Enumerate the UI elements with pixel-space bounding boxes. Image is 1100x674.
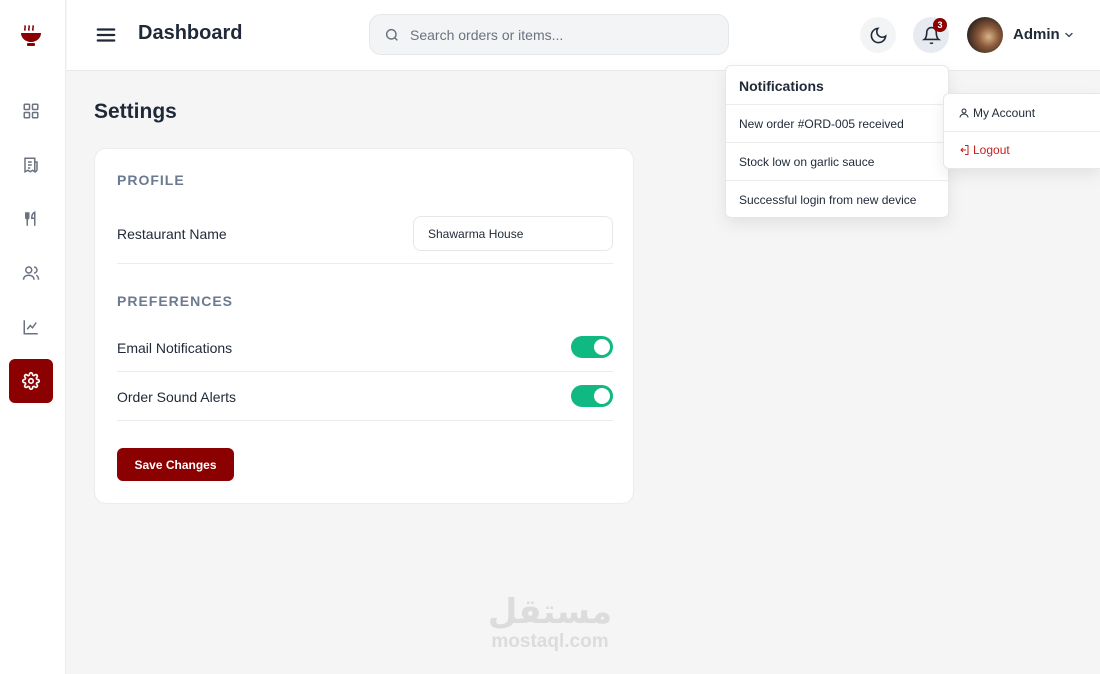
my-account-item[interactable]: My Account: [944, 94, 1100, 131]
top-header: Dashboard 3 Admin: [67, 0, 1100, 71]
notifications-button[interactable]: 3: [913, 17, 949, 53]
sidebar-item-menu[interactable]: [9, 197, 53, 241]
notification-item[interactable]: Stock low on garlic sauce: [726, 142, 948, 180]
page-title: Dashboard: [138, 22, 243, 44]
chevron-down-icon[interactable]: [1063, 28, 1075, 40]
receipt-icon: [24, 157, 38, 174]
theme-toggle-button[interactable]: [860, 17, 896, 53]
hamburger-menu-icon[interactable]: [95, 24, 117, 46]
logout-label: Logout: [973, 143, 1010, 157]
email-notifications-label: Email Notifications: [117, 340, 233, 356]
order-sound-alerts-toggle[interactable]: [571, 385, 613, 407]
notification-item[interactable]: Successful login from new device: [726, 180, 948, 218]
settings-card: PROFILE Restaurant Name PREFERENCES Emai…: [94, 148, 634, 504]
restaurant-name-label: Restaurant Name: [117, 226, 227, 242]
sidebar-item-dashboard[interactable]: [9, 89, 53, 133]
notification-count-badge: 3: [933, 18, 947, 32]
sidebar-item-analytics[interactable]: [9, 305, 53, 349]
user-name[interactable]: Admin: [1013, 26, 1060, 43]
search-bar[interactable]: [369, 14, 729, 55]
moon-icon: [870, 26, 887, 43]
preferences-section-title: PREFERENCES: [117, 293, 234, 309]
sidebar-item-settings[interactable]: [9, 359, 53, 403]
account-dropdown: My Account Logout: [943, 93, 1100, 169]
watermark: مستقل mostaql.com: [470, 592, 630, 652]
restaurant-name-field[interactable]: [413, 216, 613, 251]
email-notifications-toggle[interactable]: [571, 336, 613, 358]
sidebar: [0, 0, 66, 674]
divider: [117, 263, 613, 264]
search-input[interactable]: [410, 26, 710, 43]
notifications-dropdown: Notifications New order #ORD-005 receive…: [725, 65, 949, 218]
utensils-icon: [25, 211, 36, 226]
divider: [117, 420, 613, 421]
order-sound-alerts-label: Order Sound Alerts: [117, 389, 237, 405]
grid-icon: [23, 103, 39, 119]
sidebar-item-customers[interactable]: [9, 251, 53, 295]
watermark-latin: mostaql.com: [491, 631, 609, 652]
watermark-arabic: مستقل: [487, 592, 613, 632]
bowl-logo-icon[interactable]: [19, 24, 43, 48]
notifications-title: Notifications: [739, 78, 824, 94]
save-changes-button[interactable]: Save Changes: [117, 448, 234, 481]
profile-section-title: PROFILE: [117, 172, 185, 188]
divider: [117, 371, 613, 372]
search-icon: [385, 28, 398, 41]
my-account-label: My Account: [973, 105, 1036, 120]
chart-line-icon: [23, 320, 38, 335]
logout-icon: [960, 145, 969, 155]
users-icon: [22, 266, 40, 280]
sidebar-item-orders[interactable]: [9, 143, 53, 187]
logout-item[interactable]: Logout: [944, 131, 1100, 168]
avatar[interactable]: [967, 17, 1003, 53]
user-icon: [959, 108, 969, 118]
settings-heading: Settings: [94, 100, 177, 123]
gear-icon: [22, 372, 40, 390]
notification-item[interactable]: New order #ORD-005 received: [726, 104, 948, 142]
